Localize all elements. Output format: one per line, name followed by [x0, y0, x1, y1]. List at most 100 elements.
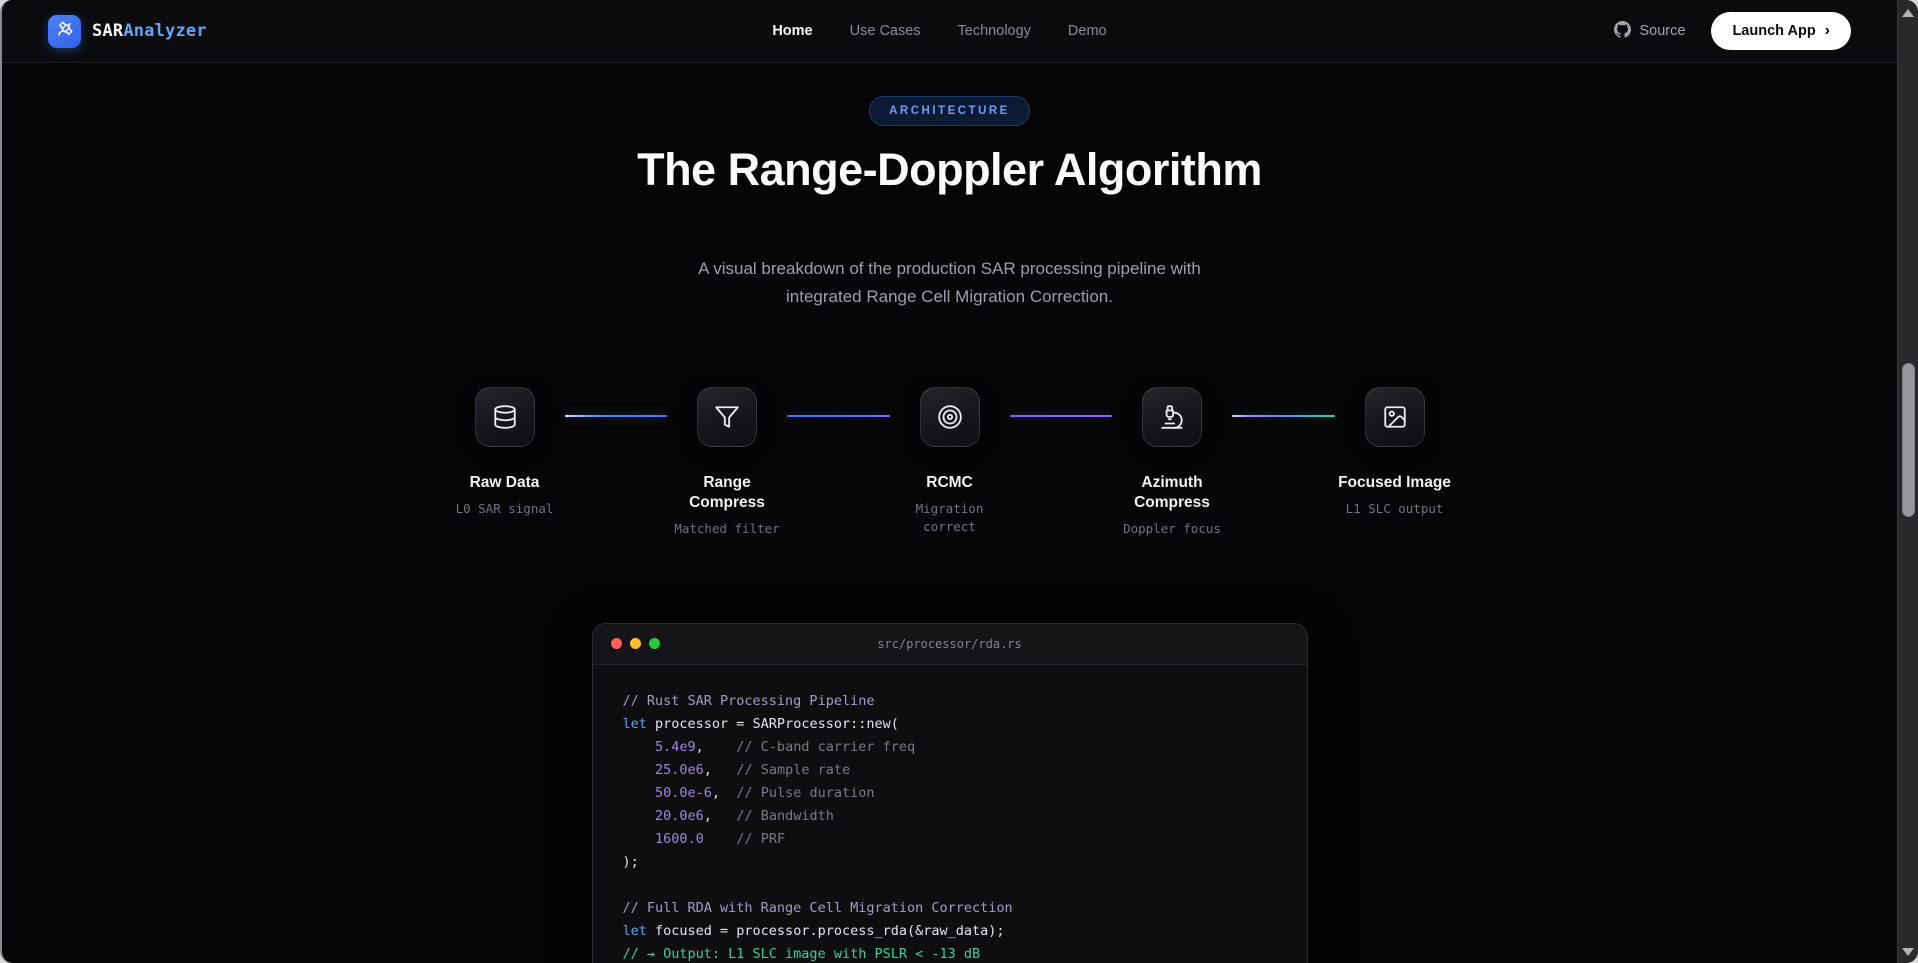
code-line: // Rust SAR Processing Pipeline: [623, 690, 1277, 713]
browser-frame: SARAnalyzer Home Use Cases Technology Demo …: [0, 0, 1918, 963]
stage-sublabel: L0 SAR signal: [455, 501, 554, 517]
code-line: ​: [623, 874, 1277, 897]
code-token-num: 50.0e-6: [655, 784, 712, 801]
pipeline-connector: [787, 415, 890, 418]
close-icon: [610, 638, 622, 650]
code-token-comment: // PRF: [736, 830, 786, 847]
code-token-plain: ,: [703, 807, 737, 824]
brand[interactable]: SARAnalyzer: [48, 14, 207, 48]
pipeline-stage: Azimuth Compress Doppler focus: [1112, 387, 1232, 538]
stage-sublabel: Migration correct: [915, 501, 984, 535]
code-filename: src/processor/rda.rs: [877, 636, 1022, 651]
stage-label: Raw Data: [469, 474, 540, 492]
code-token-plain: );: [622, 853, 639, 870]
code-token-plain: ,: [703, 761, 737, 778]
stage-label: Azimuth Compress: [1134, 474, 1210, 512]
code-token-doc: // Full RDA with Range Cell Migration Co…: [622, 899, 1013, 916]
scrollbar-up-arrow-icon[interactable]: [1902, 9, 1914, 17]
stage-sublabel: L1 SLC output: [1345, 501, 1444, 517]
code-token-num: 20.0e6: [655, 807, 704, 824]
code-window: src/processor/rda.rs // Rust SAR Process…: [591, 622, 1308, 963]
brand-suffix: Analyzer: [123, 21, 207, 41]
code-line: );: [623, 851, 1277, 874]
target-icon: [919, 387, 980, 448]
app-window: SARAnalyzer Home Use Cases Technology Demo …: [0, 0, 1918, 963]
subtitle-line-1: A visual breakdown of the production SAR…: [698, 259, 1201, 279]
code-line: 1600.0 // PRF: [623, 828, 1277, 851]
code-token-plain: processor = SARProcessor::new(: [646, 715, 899, 732]
code-line: 25.0e6, // Sample rate: [623, 759, 1277, 782]
source-label: Source: [1639, 23, 1686, 39]
nav-right: Source Launch App ›: [1614, 12, 1851, 50]
navbar: SARAnalyzer Home Use Cases Technology Demo …: [2, 0, 1897, 63]
scrollbar-thumb[interactable]: [1902, 363, 1915, 517]
stage-sublabel: Doppler focus: [1123, 521, 1221, 537]
pipeline-diagram: Raw Data L0 SAR signal Range Compress Match…: [445, 387, 1455, 538]
pipeline-connector: [564, 415, 667, 418]
code-token-comment: // C-band carrier freq: [736, 738, 916, 755]
source-link[interactable]: Source: [1614, 20, 1686, 42]
scrollbar-down-arrow-icon[interactable]: [1902, 948, 1914, 956]
brand-logo: [48, 14, 81, 48]
code-token-output: // → Output: L1 SLC image with PSLR < -1…: [622, 945, 981, 962]
main-content: ARCHITECTURE The Range-Doppler Algorithm…: [2, 63, 1897, 963]
brand-text: SARAnalyzer: [92, 21, 207, 41]
code-window-header: src/processor/rda.rs: [592, 623, 1307, 665]
page-title: The Range-Doppler Algorithm: [637, 144, 1262, 195]
code-token-comment: // Bandwidth: [736, 807, 834, 824]
code-line: // Full RDA with Range Cell Migration Co…: [623, 897, 1277, 920]
code-line: 50.0e-6, // Pulse duration: [623, 782, 1277, 805]
github-icon: [1614, 20, 1632, 42]
maximize-icon: [648, 638, 660, 650]
code-line: // → Output: L1 SLC image with PSLR < -1…: [623, 943, 1277, 963]
microscope-icon: [1142, 387, 1202, 448]
minimize-icon: [629, 638, 641, 650]
pipeline-stage: Focused Image L1 SLC output: [1335, 387, 1455, 518]
architecture-badge: ARCHITECTURE: [869, 96, 1030, 126]
pipeline-stage: Range Compress Matched filter: [667, 387, 787, 538]
page-subtitle: A visual breakdown of the production SAR…: [698, 255, 1201, 310]
launch-app-label: Launch App: [1732, 23, 1816, 39]
funnel-icon: [697, 387, 757, 448]
code-token-plain: ,: [695, 738, 737, 755]
nav-item-home[interactable]: Home: [772, 23, 812, 39]
code-token-num: 1600.0: [655, 830, 704, 847]
code-token-doc: // Rust SAR Processing Pipeline: [622, 692, 875, 709]
code-token-plain: ,: [711, 784, 737, 801]
traffic-lights: [610, 638, 660, 650]
code-token-kw: let: [622, 922, 647, 939]
code-line: let focused = processor.process_rda(&raw…: [623, 920, 1277, 943]
stage-label: Focused Image: [1338, 474, 1451, 492]
vertical-scrollbar[interactable]: [1897, 0, 1918, 963]
stage-label: Range Compress: [689, 474, 765, 512]
nav-links: Home Use Cases Technology Demo: [772, 23, 1106, 39]
code-line: let processor = SARProcessor::new(: [623, 713, 1277, 736]
code-token-comment: // Sample rate: [736, 761, 851, 778]
chevron-right-icon: ›: [1824, 22, 1830, 39]
pipeline-connector: [1009, 415, 1112, 418]
pipeline-stage: Raw Data L0 SAR signal: [445, 387, 565, 518]
database-icon: [474, 387, 535, 448]
nav-item-demo[interactable]: Demo: [1068, 23, 1107, 39]
nav-item-use-cases[interactable]: Use Cases: [850, 23, 921, 39]
satellite-icon: [56, 20, 74, 43]
code-token-num: 25.0e6: [655, 761, 704, 778]
launch-app-button[interactable]: Launch App ›: [1711, 12, 1851, 50]
subtitle-line-2: integrated Range Cell Migration Correcti…: [786, 286, 1113, 306]
code-token-comment: // Pulse duration: [736, 784, 875, 801]
stage-sublabel: Matched filter: [674, 521, 780, 537]
code-body: // Rust SAR Processing Pipeline let proce…: [593, 665, 1307, 963]
image-icon: [1364, 387, 1425, 448]
code-token-plain: focused = processor.process_rda(&raw_dat…: [646, 922, 1005, 939]
brand-prefix: SAR: [92, 21, 124, 41]
nav-item-technology[interactable]: Technology: [958, 23, 1031, 39]
code-line: 20.0e6, // Bandwidth: [623, 805, 1277, 828]
code-token-kw: let: [622, 715, 647, 732]
code-token-num: 5.4e9: [655, 738, 696, 755]
